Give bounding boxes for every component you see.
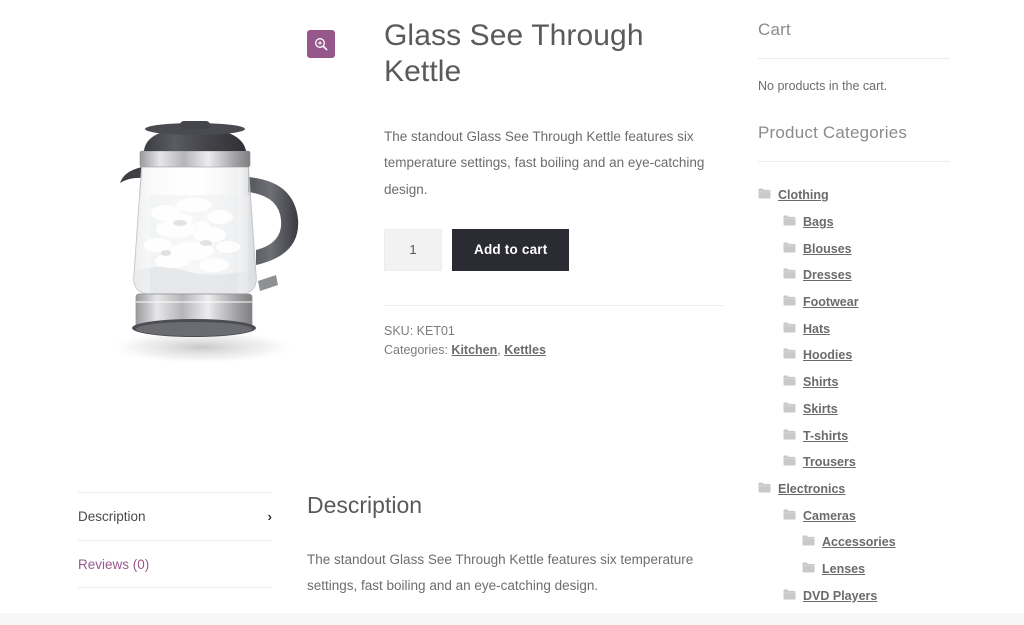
magnifier-plus-icon [314,37,328,51]
product-meta: SKU: KET01 Categories: Kitchen, Kettles [384,322,724,361]
short-description: The standout Glass See Through Kettle fe… [384,129,705,197]
category-list: Clothing Bags Blouses Dresses Footwear H… [758,182,950,609]
folder-icon [783,295,796,309]
category-link: Lenses [822,561,866,576]
folder-icon [783,375,796,389]
category-link: Dresses [803,268,852,283]
sku-label: SKU: [384,323,414,338]
folder-icon [783,242,796,256]
category-list-item-t-shirts[interactable]: T-shirts [758,422,950,449]
category-list-item-bags[interactable]: Bags [758,209,950,236]
category-list-item-footwear[interactable]: Footwear [758,289,950,316]
tab-description[interactable]: Description › [78,492,272,540]
folder-icon [783,455,796,469]
category-link: Skirts [803,401,838,416]
categories-label: Categories: [384,343,448,358]
sku-row: SKU: KET01 [384,322,724,341]
category-link: DVD Players [803,588,878,603]
category-link-kettles[interactable]: Kettles [504,343,546,357]
folder-icon [783,402,796,416]
folder-icon [802,535,815,549]
category-link: T-shirts [803,428,849,443]
folder-icon [758,482,771,496]
tab-panel-description: Description The standout Glass See Throu… [307,492,727,600]
widget-cart-divider [758,58,950,59]
summary-divider [384,304,724,306]
folder-icon [758,188,771,202]
folder-icon [783,509,796,523]
tab-reviews-label: Reviews (0) [78,556,150,572]
category-list-item-clothing[interactable]: Clothing [758,182,950,209]
footer-band [0,613,1024,625]
page-title: Glass See Through Kettle [384,19,644,88]
category-list-item-cameras[interactable]: Cameras [758,502,950,529]
category-link: Shirts [803,375,839,390]
category-link: Electronics [778,481,846,496]
category-link-kitchen[interactable]: Kitchen [451,343,497,357]
category-link: Hats [803,321,831,336]
add-to-cart-button[interactable]: Add to cart [452,228,570,271]
folder-icon [783,589,796,603]
tab-panel-body: The standout Glass See Through Kettle fe… [307,552,694,594]
category-list-item-lenses[interactable]: Lenses [758,556,950,583]
quantity-input[interactable] [384,228,442,271]
categories-row: Categories: Kitchen, Kettles [384,341,724,360]
folder-icon [802,562,815,576]
tab-reviews[interactable]: Reviews (0) [78,540,272,588]
category-link: Clothing [778,188,829,203]
category-list-item-blouses[interactable]: Blouses [758,235,950,262]
tab-panel-heading: Description [307,492,423,518]
category-list-item-dresses[interactable]: Dresses [758,262,950,289]
category-list-item-hats[interactable]: Hats [758,315,950,342]
sidebar: Cart No products in the cart. Product Ca… [758,20,950,625]
widget-product-categories: Product Categories Clothing Bags Blouses… [758,123,950,609]
product-tabs: Description › Reviews (0) [78,492,272,588]
kettle-handle-shape [248,177,299,265]
product-summary: Glass See Through Kettle The standout Gl… [384,18,724,361]
chevron-right-icon: › [267,509,272,524]
category-list-item-hoodies[interactable]: Hoodies [758,342,950,369]
sku-value: KET01 [416,323,455,338]
category-link: Accessories [822,535,896,550]
category-link: Footwear [803,295,859,310]
widget-categories-divider [758,161,950,162]
product-page: Glass See Through Kettle The standout Gl… [0,0,1024,625]
product-image[interactable] [80,95,330,385]
folder-icon [783,348,796,362]
category-link: Trousers [803,455,856,470]
widget-cart-title: Cart [758,20,791,39]
product-gallery [60,20,360,400]
category-link: Hoodies [803,348,853,363]
category-list-item-trousers[interactable]: Trousers [758,449,950,476]
category-list-item-skirts[interactable]: Skirts [758,396,950,423]
widget-categories-title: Product Categories [758,123,908,142]
tab-description-label: Description [78,509,146,524]
category-list-item-shirts[interactable]: Shirts [758,369,950,396]
category-list-item-accessories[interactable]: Accessories [758,529,950,556]
category-list-item-electronics[interactable]: Electronics [758,476,950,503]
category-link: Bags [803,215,834,230]
folder-icon [783,322,796,336]
folder-icon [783,268,796,282]
category-link: Blouses [803,241,852,256]
category-list-item-dvd-players[interactable]: DVD Players [758,582,950,609]
folder-icon [783,215,796,229]
widget-cart: Cart No products in the cart. [758,20,950,93]
category-link: Cameras [803,508,856,523]
magnifier-plus-icon-button[interactable] [307,30,335,58]
folder-icon [783,429,796,443]
cart-empty-message: No products in the cart. [758,79,888,93]
add-to-cart-form: Add to cart [384,228,724,271]
